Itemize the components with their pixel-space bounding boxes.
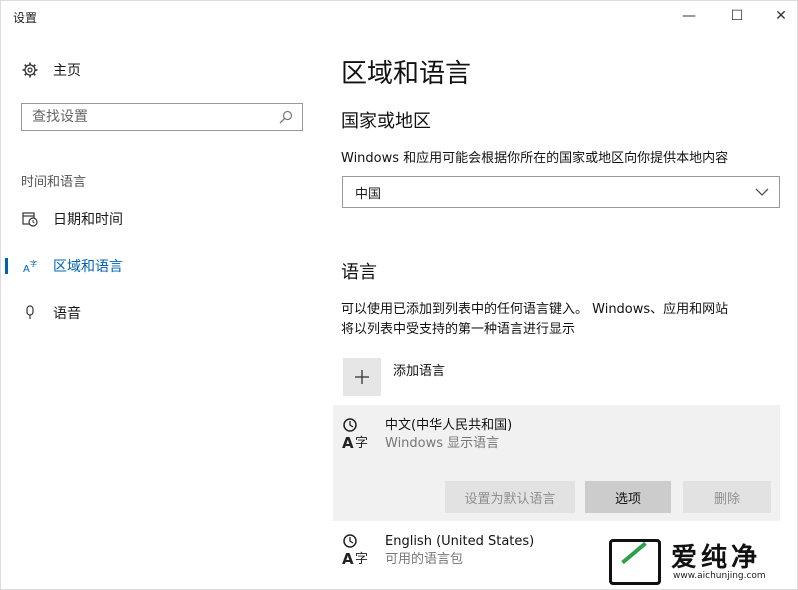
window-title: 设置 [13,11,38,25]
language-status: 可用的语言包 [385,552,464,567]
svg-text:字: 字 [30,259,37,268]
sidebar-item-label: 区域和语言 [53,259,123,275]
sidebar-item-label: 日期和时间 [53,212,123,228]
country-heading: 国家或地区 [341,111,431,132]
svg-text:字: 字 [355,436,368,451]
country-selected-value: 中国 [355,186,382,202]
watermark-brand: 爱纯净 [671,543,762,573]
minimize-button[interactable]: — [667,1,711,31]
region-language-icon: A字 [21,257,39,275]
title-bar[interactable]: 设置 — ☐ ✕ [1,1,797,33]
gear-icon [21,61,39,79]
sidebar-item-region-language[interactable]: A字 区域和语言 [1,251,321,281]
country-description: Windows 和应用可能会根据你所在的国家或地区向你提供本地内容 [341,151,729,166]
svg-text:A: A [342,550,354,567]
language-list-item-english[interactable]: A字 English (United States) 可用的语言包 [341,533,534,569]
home-link[interactable]: 主页 [21,59,81,81]
maximize-button[interactable]: ☐ [715,1,759,31]
svg-text:A: A [23,264,30,274]
language-row-chinese: A字 中文(中华人民共和国) Windows 显示语言 [341,417,512,453]
language-description-line2: 将以列表中受支持的第一种语言进行显示 [341,322,576,337]
language-name: English (United States) [385,534,535,549]
remove-button[interactable]: 删除 [683,481,771,513]
language-heading: 语言 [341,262,377,283]
watermark-logo: 爱纯净 www.aichunjing.com [605,535,795,585]
main-panel: 区域和语言 国家或地区 Windows 和应用可能会根据你所在的国家或地区向你提… [333,33,791,589]
sidebar-item-date-time[interactable]: 日期和时间 [1,204,321,234]
sidebar-item-speech[interactable]: 语音 [1,298,321,328]
watermark-logo-icon [609,539,661,585]
minimize-icon: — [682,8,696,24]
home-label: 主页 [53,63,81,79]
country-dropdown[interactable]: 中国 [342,176,780,208]
calendar-clock-icon [21,210,39,228]
sidebar: 主页 时间和语言 日期和时间 A字 区域和语言 [1,33,321,589]
set-default-language-button[interactable]: 设置为默认语言 [445,481,575,513]
section-label: 时间和语言 [21,175,87,190]
page-title: 区域和语言 [341,59,472,89]
close-button[interactable]: ✕ [759,1,798,31]
microphone-icon [21,304,39,322]
sidebar-item-label: 语音 [53,306,81,322]
plus-icon [343,358,381,396]
language-description-line1: 可以使用已添加到列表中的任何语言键入。 Windows、应用和网站 [341,302,729,317]
close-icon: ✕ [775,8,787,24]
language-name: 中文(中华人民共和国) [385,418,513,433]
svg-text:字: 字 [355,552,368,567]
watermark-url: www.aichunjing.com [673,571,766,581]
language-icon: A字 [341,417,375,451]
add-language-button[interactable]: 添加语言 [343,358,445,396]
add-language-label: 添加语言 [393,364,446,379]
options-button[interactable]: 选项 [585,481,671,513]
search-icon[interactable] [278,109,294,125]
language-icon: A字 [341,533,375,567]
search-input[interactable] [32,109,278,125]
svg-text:A: A [342,434,354,451]
search-box[interactable] [21,103,303,131]
settings-window: 设置 — ☐ ✕ 主页 时间和语言 [0,0,798,590]
selection-indicator [5,258,8,274]
language-status: Windows 显示语言 [385,436,500,451]
chevron-down-icon [755,185,769,199]
maximize-icon: ☐ [730,8,744,24]
